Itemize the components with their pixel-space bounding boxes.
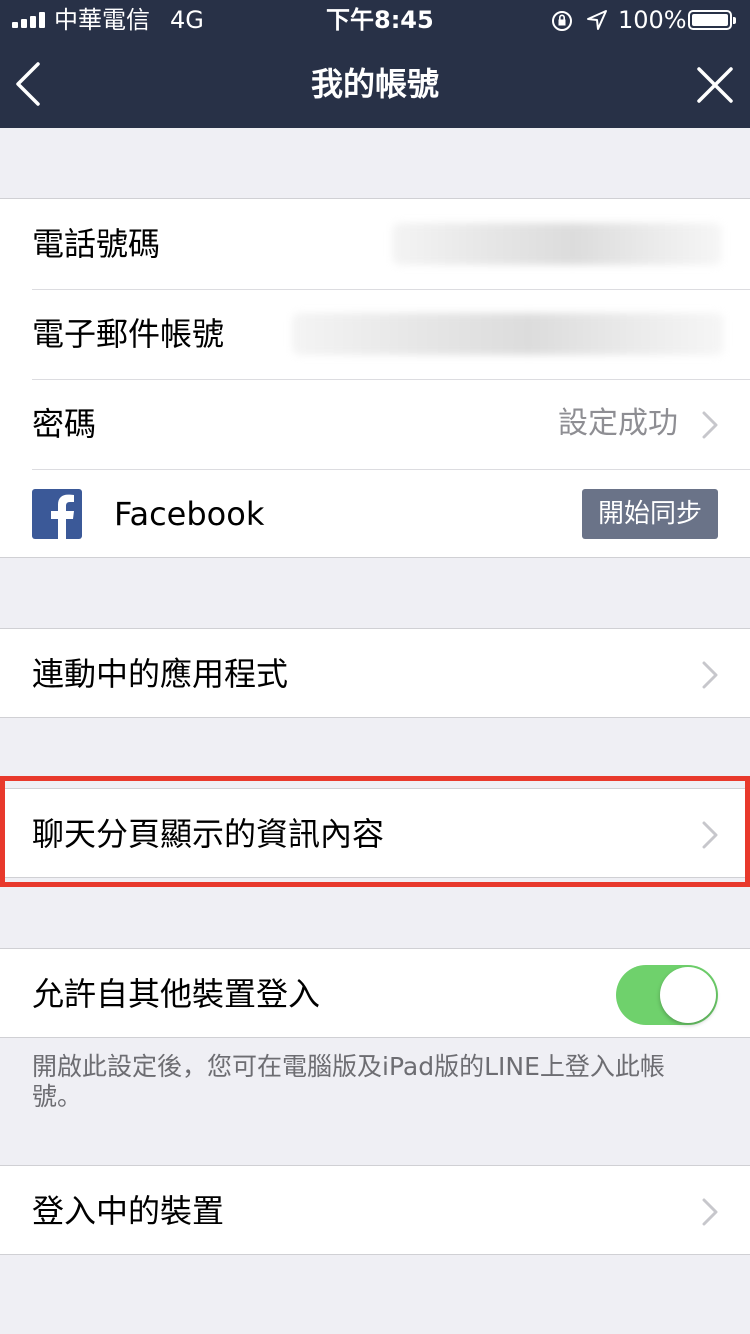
status-time: 下午8:45 bbox=[326, 6, 434, 34]
password-status: 設定成功 bbox=[558, 406, 678, 441]
other-devices-label: 允許自其他裝置登入 bbox=[32, 975, 321, 1013]
email-label: 電子郵件帳號 bbox=[32, 315, 225, 353]
phone-value-blurred bbox=[392, 223, 722, 265]
linked-apps-group: 連動中的應用程式 bbox=[0, 628, 750, 718]
facebook-icon bbox=[32, 489, 82, 539]
linked-apps-row[interactable]: 連動中的應用程式 bbox=[0, 629, 750, 719]
page-title: 我的帳號 bbox=[310, 65, 439, 103]
facebook-sync-button[interactable]: 開始同步 bbox=[582, 489, 718, 539]
facebook-row: Facebook 開始同步 bbox=[0, 469, 750, 559]
other-devices-group: 允許自其他裝置登入 bbox=[0, 948, 750, 1038]
battery-icon bbox=[688, 10, 736, 30]
account-group: 電話號碼 電子郵件帳號 密碼 設定成功 Facebook 開始同步 bbox=[0, 198, 750, 558]
logged-in-devices-row[interactable]: 登入中的裝置 bbox=[0, 1166, 750, 1256]
location-icon bbox=[587, 10, 607, 30]
toggle-knob bbox=[660, 967, 716, 1023]
password-label: 密碼 bbox=[32, 405, 97, 443]
status-bar: 中華電信 4G 下午8:45 100% bbox=[0, 0, 750, 40]
other-devices-toggle[interactable] bbox=[616, 965, 718, 1025]
carrier-name: 中華電信 bbox=[54, 6, 150, 34]
chat-tab-info-label: 聊天分頁顯示的資訊內容 bbox=[32, 815, 385, 853]
chevron-right-icon bbox=[702, 821, 718, 849]
other-devices-note: 開啟此設定後，您可在電腦版及iPad版的LINE上登入此帳號。 bbox=[32, 1052, 665, 1111]
network-type: 4G bbox=[170, 6, 204, 34]
nav-bar: 我的帳號 bbox=[0, 40, 750, 128]
chevron-right-icon bbox=[702, 1198, 718, 1226]
email-row[interactable]: 電子郵件帳號 bbox=[0, 289, 750, 379]
orientation-lock-icon bbox=[552, 11, 572, 31]
email-value-blurred bbox=[292, 313, 724, 355]
battery-percent: 100% bbox=[618, 6, 687, 34]
phone-label: 電話號碼 bbox=[32, 225, 161, 263]
phone-row[interactable]: 電話號碼 bbox=[0, 199, 750, 289]
password-row[interactable]: 密碼 設定成功 bbox=[0, 379, 750, 469]
signal-icon bbox=[12, 12, 48, 28]
chat-tab-info-group: 聊天分頁顯示的資訊內容 bbox=[0, 788, 750, 878]
chevron-right-icon bbox=[702, 661, 718, 689]
chat-tab-info-row[interactable]: 聊天分頁顯示的資訊內容 bbox=[0, 789, 750, 879]
linked-apps-label: 連動中的應用程式 bbox=[32, 655, 289, 693]
logged-in-devices-label: 登入中的裝置 bbox=[32, 1192, 225, 1230]
close-icon[interactable] bbox=[696, 66, 734, 104]
facebook-label: Facebook bbox=[114, 495, 265, 533]
other-devices-row: 允許自其他裝置登入 bbox=[0, 949, 750, 1039]
logged-in-devices-group: 登入中的裝置 bbox=[0, 1165, 750, 1255]
chevron-right-icon bbox=[702, 411, 718, 439]
